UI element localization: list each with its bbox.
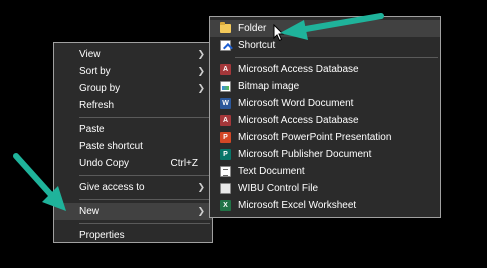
menu-item-label: Paste — [79, 124, 105, 135]
menu-separator — [79, 223, 210, 224]
menu-separator — [79, 199, 210, 200]
access-icon: A — [220, 64, 231, 75]
folder-icon — [220, 22, 231, 33]
bitmap-icon — [220, 81, 231, 92]
submenu-item-word-document[interactable]: W Microsoft Word Document — [210, 95, 440, 112]
chevron-right-icon: ❯ — [197, 206, 205, 216]
menu-item-label: WIBU Control File — [238, 183, 319, 194]
chevron-right-icon: ❯ — [197, 83, 205, 93]
menu-item-label: New — [79, 206, 100, 217]
chevron-right-icon: ❯ — [197, 66, 205, 76]
powerpoint-icon: P — [220, 132, 231, 143]
menu-item-label: Paste shortcut — [79, 141, 143, 152]
menu-item-label: Microsoft Publisher Document — [238, 149, 372, 160]
menu-item-refresh[interactable]: Refresh — [54, 97, 212, 114]
submenu-item-excel-worksheet[interactable]: X Microsoft Excel Worksheet — [210, 197, 440, 214]
menu-item-label: Sort by — [79, 66, 111, 77]
mouse-cursor-icon — [273, 24, 285, 42]
menu-item-label: Give access to — [79, 182, 145, 193]
keyboard-shortcut: Ctrl+Z — [170, 158, 199, 169]
menu-item-label: Undo Copy — [79, 158, 130, 169]
submenu-item-bitmap-image[interactable]: Bitmap image — [210, 78, 440, 95]
submenu-item-wibu-control-file[interactable]: WIBU Control File — [210, 180, 440, 197]
menu-item-label: Microsoft Word Document — [238, 98, 354, 109]
publisher-icon: P — [220, 149, 231, 160]
submenu-item-powerpoint-presentation[interactable]: P Microsoft PowerPoint Presentation — [210, 129, 440, 146]
submenu-item-access-database-2[interactable]: A Microsoft Access Database — [210, 112, 440, 129]
menu-item-properties[interactable]: Properties — [54, 227, 212, 244]
submenu-item-shortcut[interactable]: Shortcut — [210, 37, 440, 54]
menu-item-paste[interactable]: Paste — [54, 121, 212, 138]
menu-item-label: Microsoft Access Database — [238, 115, 359, 126]
menu-item-give-access-to[interactable]: Give access to ❯ — [54, 179, 212, 196]
excel-icon: X — [220, 200, 231, 211]
menu-item-new[interactable]: New ❯ — [54, 203, 212, 220]
submenu-item-access-database[interactable]: A Microsoft Access Database — [210, 61, 440, 78]
menu-separator — [79, 117, 210, 118]
menu-separator — [235, 57, 438, 58]
menu-item-label: Shortcut — [238, 40, 276, 51]
menu-item-label: Folder — [238, 23, 267, 34]
menu-item-label: Microsoft PowerPoint Presentation — [238, 132, 392, 143]
menu-item-label: View — [79, 49, 101, 60]
menu-item-label: Group by — [79, 83, 121, 94]
menu-item-label: Refresh — [79, 100, 115, 111]
new-submenu: Folder Shortcut A Microsoft Access Datab… — [209, 16, 441, 218]
access-icon: A — [220, 115, 231, 126]
menu-item-paste-shortcut[interactable]: Paste shortcut — [54, 138, 212, 155]
menu-item-label: Bitmap image — [238, 81, 300, 92]
menu-item-label: Properties — [79, 230, 125, 241]
text-document-icon — [220, 166, 231, 177]
menu-item-sort-by[interactable]: Sort by ❯ — [54, 63, 212, 80]
shortcut-icon — [220, 40, 231, 51]
desktop-context-menu: View ❯ Sort by ❯ Group by ❯ Refresh Past… — [53, 42, 213, 243]
submenu-item-text-document[interactable]: Text Document — [210, 163, 440, 180]
chevron-right-icon: ❯ — [197, 49, 205, 59]
submenu-item-publisher-document[interactable]: P Microsoft Publisher Document — [210, 146, 440, 163]
word-icon: W — [220, 98, 231, 109]
menu-item-label: Microsoft Access Database — [238, 64, 359, 75]
menu-item-label: Text Document — [238, 166, 305, 177]
chevron-right-icon: ❯ — [197, 182, 205, 192]
menu-item-undo-copy[interactable]: Undo Copy Ctrl+Z — [54, 155, 212, 172]
menu-item-group-by[interactable]: Group by ❯ — [54, 80, 212, 97]
wibu-icon — [220, 183, 231, 194]
submenu-item-folder[interactable]: Folder — [210, 20, 440, 37]
menu-item-view[interactable]: View ❯ — [54, 46, 212, 63]
menu-item-label: Microsoft Excel Worksheet — [238, 200, 357, 211]
menu-separator — [79, 175, 210, 176]
